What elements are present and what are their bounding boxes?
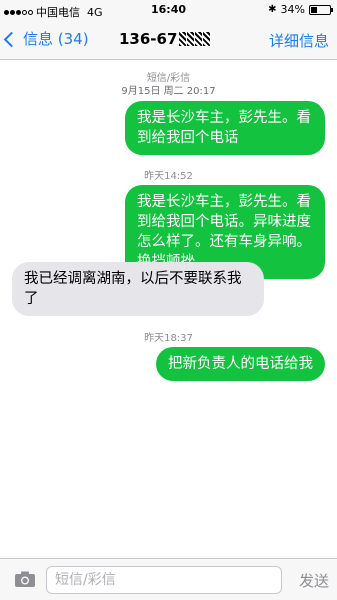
status-bar: 中国电信 4G 16:40 ✱ 34% [0, 0, 337, 20]
time-stamp-time: 14:52 [164, 171, 193, 182]
back-button[interactable]: 信息 (34) [3, 28, 89, 49]
bluetooth-icon: ✱ [268, 4, 277, 15]
message-input[interactable] [46, 566, 282, 594]
time-stamp: 昨天14:52 [0, 167, 337, 182]
status-right: ✱ 34% [268, 3, 333, 16]
chevron-left-icon [3, 31, 20, 47]
sent-message-bubble[interactable]: 我是长沙车主，彭先生。看到给我回个电话 [125, 101, 325, 155]
date-stamp-text: 9月15日 周二 20:17 [121, 86, 216, 97]
battery-percent: 34% [280, 3, 305, 16]
contact-title: 136-67 [119, 30, 211, 48]
nav-bar: 信息 (34) 136-67 详细信息 [0, 20, 337, 60]
received-message-bubble[interactable]: 我已经调离湖南，以后不要联系我了 [12, 262, 264, 316]
camera-icon[interactable] [14, 571, 36, 588]
send-button[interactable]: 发送 [299, 570, 329, 591]
time-stamp-time: 18:37 [164, 333, 193, 344]
battery-fill [311, 6, 318, 13]
contact-number: 136-67 [119, 30, 178, 48]
date-stamp: 9月15日 周二 20:17 [0, 82, 337, 97]
time-stamp-day: 昨天 [144, 333, 165, 344]
conversation: 短信/彩信 9月15日 周二 20:17 我是长沙车主，彭先生。看到给我回个电话… [0, 61, 337, 560]
sent-message-bubble[interactable]: 把新负责人的电话给我 [156, 347, 325, 381]
input-bar: 发送 [0, 558, 337, 600]
time-stamp: 昨天18:37 [0, 329, 337, 344]
redaction-mosaic [179, 32, 211, 46]
details-button[interactable]: 详细信息 [269, 30, 329, 51]
back-label: 信息 (34) [23, 30, 89, 48]
time-stamp-day: 昨天 [144, 171, 165, 182]
battery-icon [309, 4, 333, 15]
